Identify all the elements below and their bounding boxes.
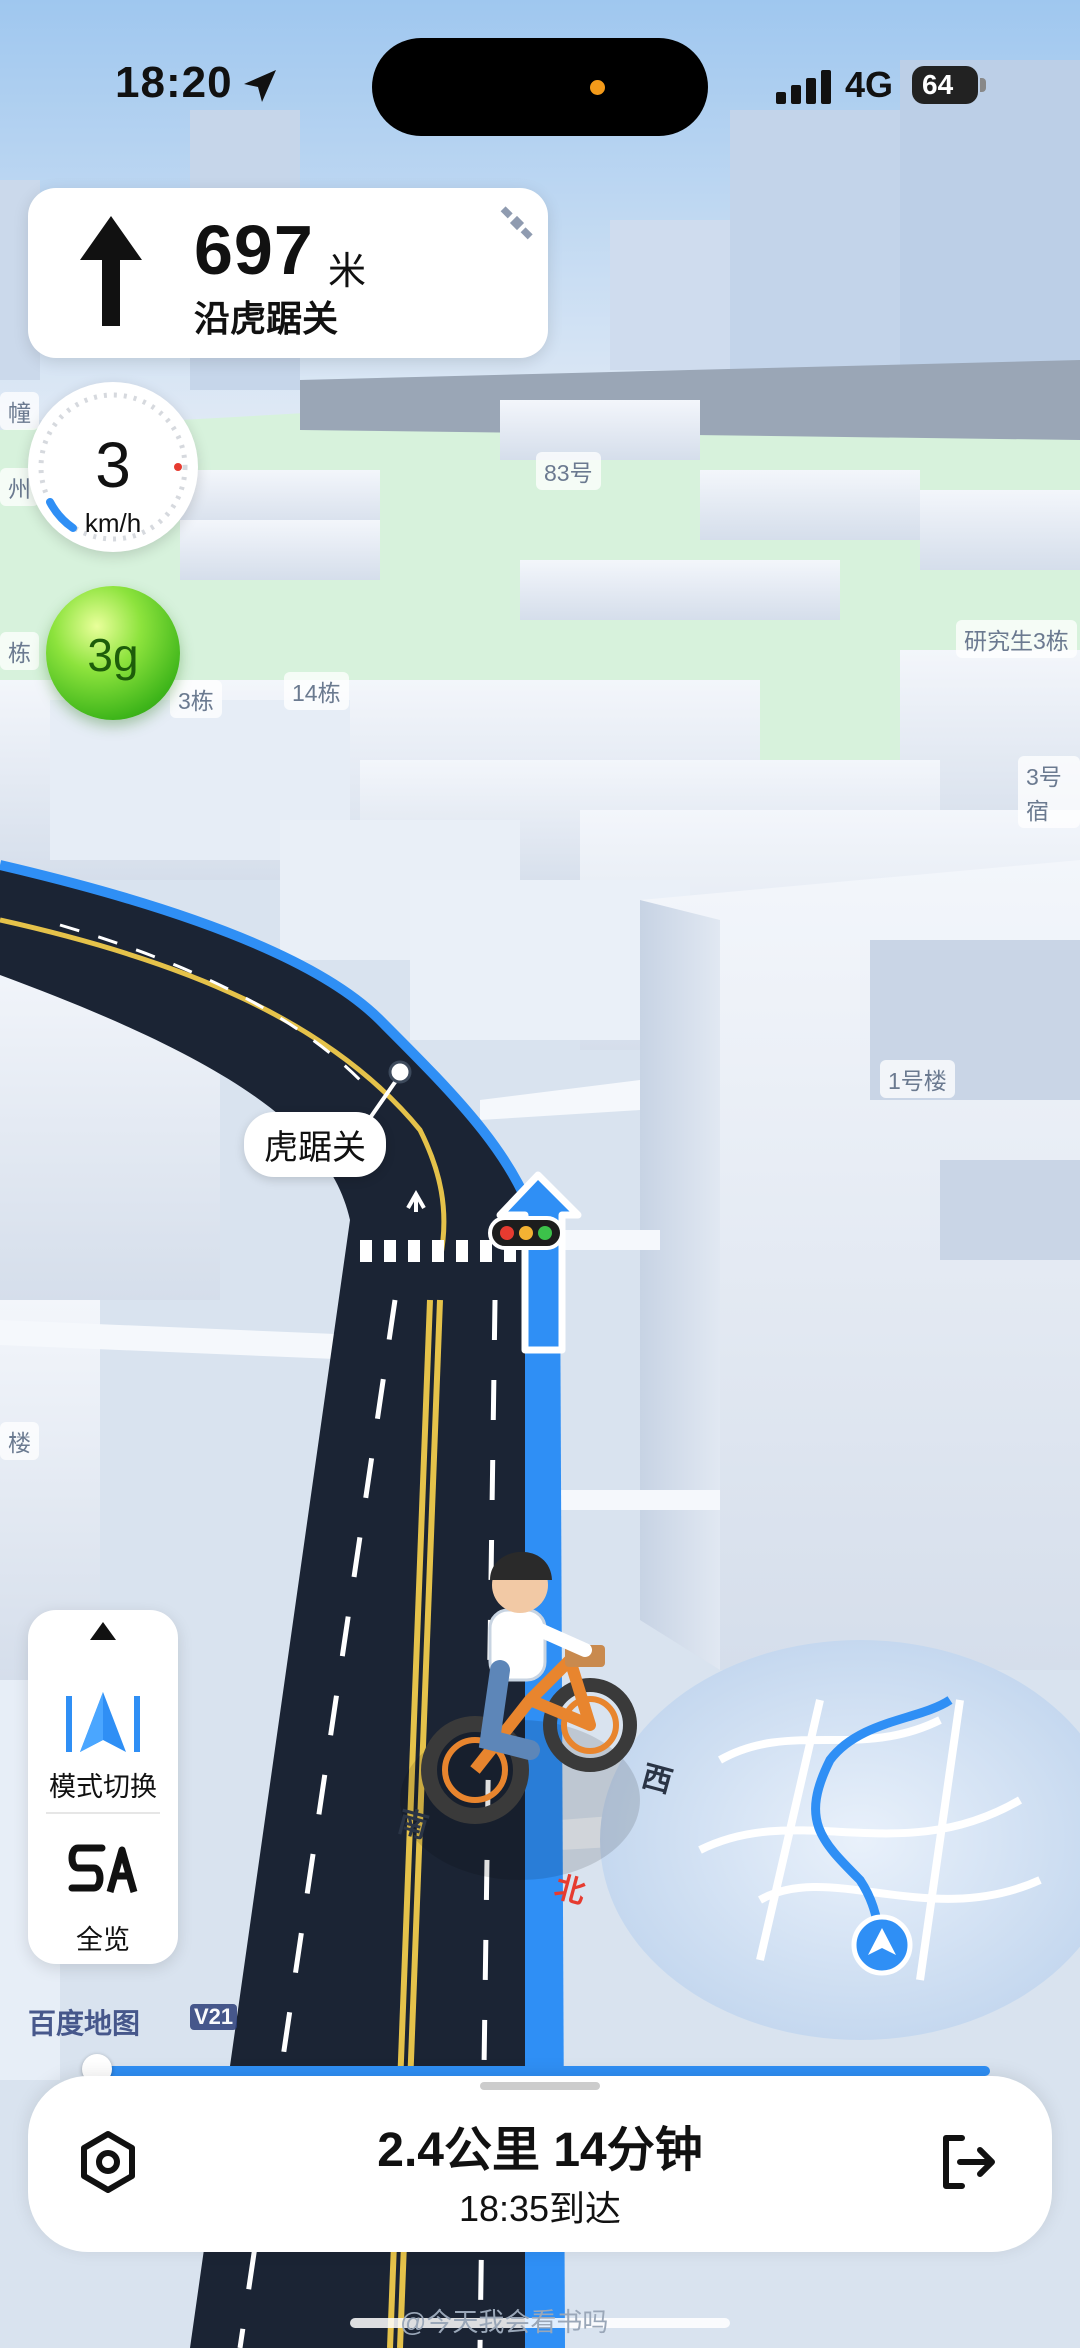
overview-label: 全览 <box>76 1925 130 1955</box>
brand-logo: 百度地图 <box>28 2008 141 2039</box>
overview-route-icon <box>68 1844 138 1893</box>
trip-eta: 18:35到达 <box>458 2188 622 2229</box>
sheet-handle[interactable] <box>480 2082 600 2090</box>
controls-divider <box>46 1812 160 1814</box>
brand-version: V21 <box>190 2004 238 2030</box>
nav-instruction: 沿虎踞关 <box>194 298 339 339</box>
nav-distance-unit: 米 <box>328 251 367 293</box>
mode-switch-label: 模式切换 <box>49 1772 157 1802</box>
map-label-left-3: 栋 <box>0 632 39 670</box>
dynamic-island <box>372 38 708 136</box>
gps-satellite-icon <box>500 206 533 240</box>
map-label-3: 3栋 <box>170 680 222 718</box>
battery-icon: 64 <box>912 66 978 104</box>
road-name-label: 虎踞关 <box>244 1112 386 1177</box>
collapse-caret-icon[interactable] <box>90 1622 116 1640</box>
nav-distance: 697 <box>194 211 314 289</box>
speed-unit: km/h <box>84 508 142 538</box>
watermark-text: @今天我会看书吗 <box>400 2307 609 2337</box>
map-label-83: 83号 <box>536 452 601 490</box>
nav-instruction-card[interactable]: 697 米 沿虎踞关 <box>28 188 548 358</box>
map-label-graduate: 研究生3栋 <box>956 620 1077 658</box>
route-progress-bar <box>90 2066 990 2076</box>
map-label-14: 14栋 <box>284 672 349 710</box>
straight-arrow-icon <box>80 216 142 326</box>
speed-value: 3 <box>95 429 131 501</box>
map-label-left-4: 楼 <box>0 1422 39 1460</box>
privacy-indicator-dot <box>590 80 605 95</box>
mode-switch-icon <box>66 1692 140 1752</box>
exit-navigation-button[interactable] <box>938 2132 998 2197</box>
exit-icon <box>943 2135 995 2189</box>
battery-tip <box>980 78 986 92</box>
energy-badge-text: 3g <box>87 629 139 681</box>
map-label-3-right: 3号宿 <box>1018 756 1080 828</box>
network-type: 4G <box>845 64 894 105</box>
map-label-1: 1号楼 <box>880 1060 955 1098</box>
trip-summary: 2.4公里 14分钟 <box>377 2124 703 2177</box>
status-time: 18:20 <box>115 58 233 107</box>
location-arrow-icon <box>244 70 276 102</box>
signal-icon <box>776 70 831 104</box>
